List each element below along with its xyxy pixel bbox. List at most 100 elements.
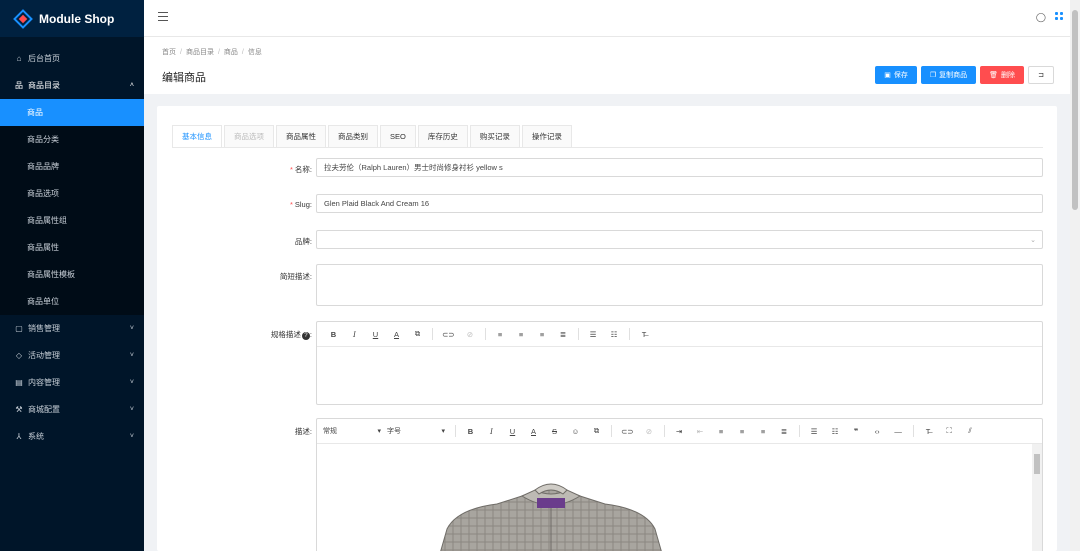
sidebar-subitem-options[interactable]: 商品选项 [0, 180, 144, 207]
chevron-down-icon: ˅ [129, 406, 134, 413]
sidebar-subitem-attribute-groups[interactable]: 商品属性组 [0, 207, 144, 234]
sidebar-item-content[interactable]: ▤ 内容管理 ˅ [0, 369, 144, 396]
italic-icon[interactable]: I [349, 327, 360, 341]
bag-icon: ▢ [15, 324, 23, 333]
sidebar-subitem-categories[interactable]: 商品分类 [0, 126, 144, 153]
strikethrough-icon[interactable]: S [549, 424, 560, 438]
number-list-icon[interactable]: ☷ [609, 327, 620, 341]
editor-scrollbar[interactable] [1032, 444, 1042, 551]
short-desc-textarea[interactable] [316, 264, 1043, 306]
indent-icon[interactable]: ⇥ [674, 424, 685, 438]
unlink-icon: ⊘ [466, 329, 474, 339]
sidebar-item-sales[interactable]: ▢ 销售管理 ˅ [0, 315, 144, 342]
sidebar-item-promotions[interactable]: ◇ 活动管理 ˅ [0, 342, 144, 369]
link-icon[interactable]: ⊂⊃ [442, 327, 455, 341]
breadcrumb-catalog[interactable]: 商品目录 [186, 49, 214, 56]
sidebar-subitem-units[interactable]: 商品单位 [0, 288, 144, 315]
bg-color-icon[interactable]: ⧉ [412, 327, 423, 341]
sidebar: Module Shop ⌂ 后台首页 品 商品目录 ˄ 商品 商品分类 商品品牌… [0, 0, 144, 551]
align-left-icon[interactable]: ≡ [495, 327, 506, 341]
font-size-select[interactable]: 字号 ▾ [387, 426, 445, 436]
page-scrollbar[interactable] [1070, 0, 1080, 551]
italic-icon[interactable]: I [486, 424, 497, 438]
align-right-icon[interactable]: ≡ [758, 424, 769, 438]
desc-editor-body[interactable] [317, 444, 1042, 551]
font-color-icon[interactable]: A [528, 424, 539, 438]
back-button[interactable]: ⊐ [1028, 66, 1054, 84]
source-icon[interactable]: ⫽ [965, 424, 976, 438]
apps-icon[interactable] [1055, 12, 1064, 21]
chevron-down-icon: ˅ [129, 433, 134, 440]
align-justify-icon[interactable]: ≣ [558, 327, 569, 341]
tree-icon: 品 [15, 81, 23, 90]
bg-color-icon[interactable]: ⧉ [591, 424, 602, 438]
help-icon[interactable]: ? [301, 332, 310, 340]
clear-format-icon[interactable]: T̶ [923, 424, 934, 438]
top-header: ◯ [144, 0, 1080, 37]
sidebar-item-dashboard[interactable]: ⌂ 后台首页 [0, 45, 144, 72]
name-input[interactable]: 拉夫劳伦（Ralph Lauren）男士时尚修身衬衫 yellow s [316, 158, 1043, 177]
sidebar-item-catalog[interactable]: 品 商品目录 ˄ [0, 72, 144, 99]
outdent-icon: ⇤ [696, 426, 704, 436]
sidebar-item-system[interactable]: ⅄ 系统 ˅ [0, 423, 144, 450]
desc-label: 描述: [294, 427, 312, 436]
number-list-icon[interactable]: ☷ [830, 424, 841, 438]
sidebar-subitem-brands[interactable]: 商品品牌 [0, 153, 144, 180]
font-color-icon[interactable]: A [391, 327, 402, 341]
clear-format-icon[interactable]: T̶ [639, 327, 650, 341]
menu-fold-icon[interactable] [158, 12, 168, 22]
underline-icon[interactable]: U [370, 327, 381, 341]
horizontal-rule-icon[interactable]: — [893, 424, 904, 438]
bullet-list-icon[interactable]: ☰ [809, 424, 820, 438]
copy-icon: ❐ [929, 72, 937, 79]
bell-icon[interactable]: ◯ [1036, 12, 1046, 23]
sidebar-item-config[interactable]: ⚒ 商城配置 ˅ [0, 396, 144, 423]
underline-icon[interactable]: U [507, 424, 518, 438]
align-right-icon[interactable]: ≡ [537, 327, 548, 341]
tab-product-attributes[interactable]: 商品属性 [276, 125, 326, 147]
sidebar-subitem-products[interactable]: 商品 [0, 99, 144, 126]
brand-select[interactable]: ⌄ [316, 230, 1043, 249]
link-icon[interactable]: ⊂⊃ [621, 424, 634, 438]
sidebar-subitem-attributes[interactable]: 商品属性 [0, 234, 144, 261]
breadcrumb-products[interactable]: 商品 [224, 49, 238, 56]
trash-icon: 🗑 [989, 72, 998, 79]
save-button[interactable]: ▣ 保存 [875, 66, 917, 84]
quote-icon[interactable]: ❞ [851, 424, 862, 438]
spec-editor-body[interactable] [317, 347, 1042, 405]
copy-product-button[interactable]: ❐ 复制商品 [920, 66, 977, 84]
exit-icon: ⊐ [1038, 72, 1044, 79]
short-desc-label: 简短描述: [279, 272, 312, 281]
align-left-icon[interactable]: ≡ [716, 424, 727, 438]
paragraph-select[interactable]: 常规 ▾ [323, 426, 381, 436]
slug-label: * Slug: [289, 200, 312, 209]
code-icon[interactable]: ‹› [872, 424, 883, 438]
app-logo[interactable]: Module Shop [0, 0, 144, 37]
breadcrumb-home[interactable]: 首页 [162, 49, 176, 56]
tab-operation-log[interactable]: 操作记录 [521, 125, 572, 147]
delete-button[interactable]: 🗑 删除 [980, 66, 1024, 84]
emoji-icon[interactable]: ☺ [570, 424, 581, 438]
align-center-icon[interactable]: ≡ [737, 424, 748, 438]
doc-icon: ▤ [15, 378, 23, 387]
sidebar-item-label: 后台首页 [28, 54, 60, 63]
tab-seo[interactable]: SEO [380, 125, 416, 147]
save-icon: ▣ [884, 72, 891, 79]
bold-icon[interactable]: B [328, 327, 339, 341]
bullet-list-icon[interactable]: ☰ [588, 327, 599, 341]
tab-purchase-records[interactable]: 购买记录 [469, 125, 520, 147]
sidebar-item-label: 活动管理 [28, 351, 60, 360]
bold-icon[interactable]: B [465, 424, 476, 438]
slug-input[interactable]: Glen Plaid Black And Cream 16 [316, 194, 1043, 213]
page-scrollbar-thumb[interactable] [1072, 10, 1078, 210]
tab-stock-history[interactable]: 库存历史 [417, 125, 468, 147]
align-justify-icon[interactable]: ≣ [779, 424, 790, 438]
tab-product-categories[interactable]: 商品类别 [328, 125, 378, 147]
align-center-icon[interactable]: ≡ [516, 327, 527, 341]
fullscreen-icon[interactable]: ⛶ [944, 424, 955, 438]
tab-basic-info[interactable]: 基本信息 [172, 125, 222, 147]
unlink-icon: ⊘ [645, 426, 653, 436]
sidebar-menu: ⌂ 后台首页 品 商品目录 ˄ 商品 商品分类 商品品牌 商品选项 商品属性组 … [0, 37, 144, 450]
sidebar-subitem-attribute-templates[interactable]: 商品属性模板 [0, 261, 144, 288]
wrench-icon: ⚒ [15, 405, 23, 414]
